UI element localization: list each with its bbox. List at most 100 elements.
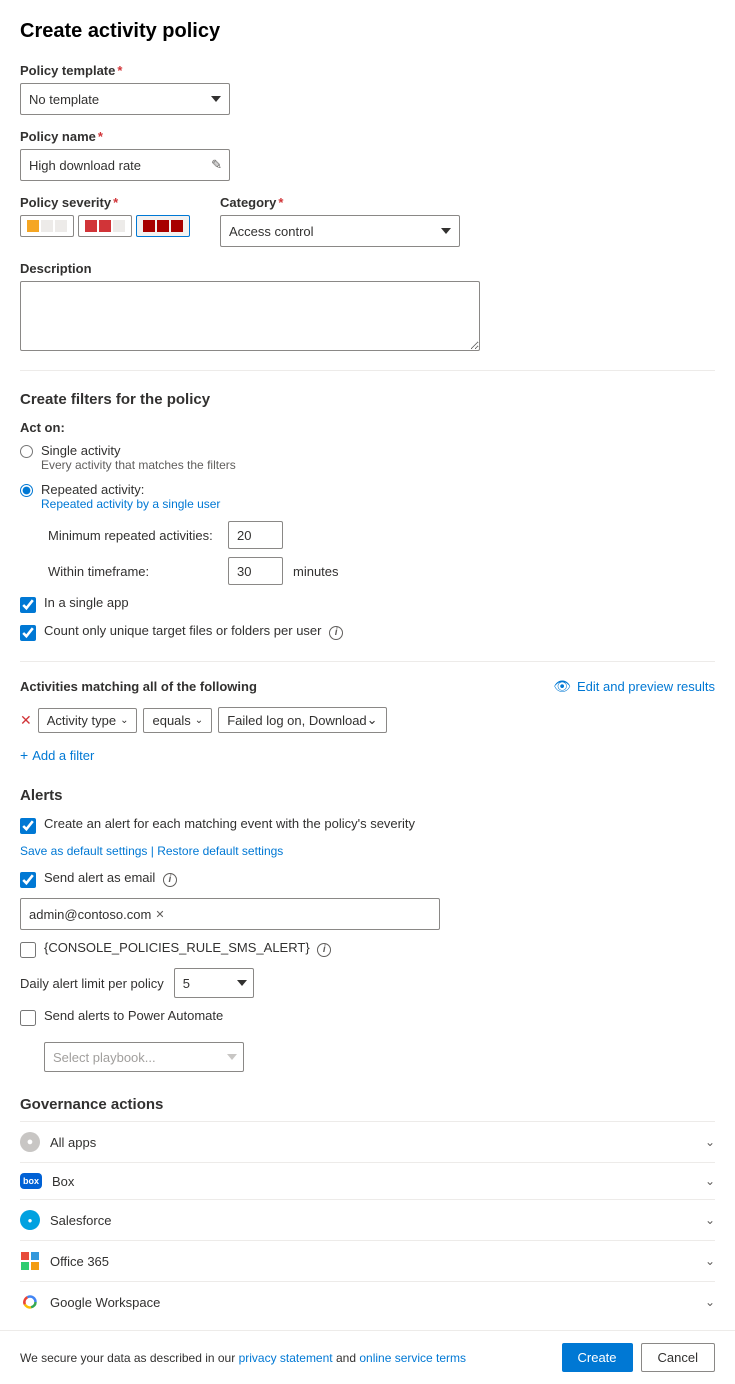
divider-1: [20, 370, 715, 371]
sq1: [143, 220, 155, 232]
sms-label[interactable]: {CONSOLE_POLICIES_RULE_SMS_ALERT} i: [44, 940, 331, 957]
send-email-info-icon[interactable]: i: [163, 873, 177, 887]
daily-limit-label: Daily alert limit per policy: [20, 976, 164, 991]
google-workspace-icon: [20, 1292, 40, 1312]
sms-checkbox[interactable]: [20, 942, 36, 958]
box-left: box Box: [20, 1173, 74, 1189]
severity-high-btn[interactable]: [136, 215, 190, 237]
privacy-link[interactable]: privacy statement: [239, 1351, 333, 1365]
governance-google-workspace[interactable]: Google Workspace ⌄: [20, 1281, 715, 1322]
equals-chevron: ⌄: [195, 715, 203, 726]
sq2: [41, 220, 53, 232]
terms-link[interactable]: online service terms: [359, 1351, 466, 1365]
within-timeframe-label: Within timeframe:: [48, 564, 218, 579]
all-apps-icon: ●: [20, 1132, 40, 1152]
repeated-activity-label[interactable]: Repeated activity:: [41, 482, 220, 497]
box-label: Box: [52, 1174, 74, 1189]
category-group: Category* Access control: [220, 195, 460, 247]
box-icon: box: [20, 1173, 42, 1189]
alerts-title: Alerts: [20, 787, 715, 804]
power-automate-row: Send alerts to Power Automate: [20, 1008, 715, 1026]
act-on-label: Act on:: [20, 420, 715, 435]
create-alert-label[interactable]: Create an alert for each matching event …: [44, 816, 415, 831]
send-email-checkbox[interactable]: [20, 872, 36, 888]
save-restore-links: Save as default settings | Restore defau…: [20, 844, 715, 858]
all-apps-left: ● All apps: [20, 1132, 96, 1152]
in-single-app-row: In a single app: [20, 595, 715, 613]
remove-email-icon[interactable]: ✕: [155, 908, 164, 921]
sq1: [27, 220, 39, 232]
category-select[interactable]: Access control: [220, 215, 460, 247]
in-single-app-checkbox[interactable]: [20, 597, 36, 613]
edit-preview-label: Edit and preview results: [577, 679, 715, 694]
unique-target-checkbox[interactable]: [20, 625, 36, 641]
severity-group: Policy severity*: [20, 195, 190, 237]
unique-target-label[interactable]: Count only unique target files or folder…: [44, 623, 343, 638]
severity-medium-btn[interactable]: [78, 215, 132, 237]
add-filter-button[interactable]: + Add a filter: [20, 743, 94, 767]
sq3: [113, 220, 125, 232]
governance-title: Governance actions: [20, 1096, 715, 1113]
min-repeated-row: Minimum repeated activities:: [48, 521, 715, 549]
remove-filter-icon[interactable]: ✕: [20, 712, 32, 729]
send-email-label[interactable]: Send alert as email i: [44, 870, 177, 887]
activity-type-filter[interactable]: Activity type ⌄: [38, 708, 138, 733]
unique-target-info-icon[interactable]: i: [329, 626, 343, 640]
all-apps-label: All apps: [50, 1135, 96, 1150]
policy-template-select[interactable]: No template: [20, 83, 230, 115]
severity-low-btn[interactable]: [20, 215, 74, 237]
power-automate-label[interactable]: Send alerts to Power Automate: [44, 1008, 223, 1023]
policy-name-input[interactable]: [20, 149, 230, 181]
sq2: [99, 220, 111, 232]
create-alert-checkbox[interactable]: [20, 818, 36, 834]
sq3: [171, 220, 183, 232]
repeated-activity-sub: Repeated activity by a single user: [41, 497, 220, 511]
divider-2: [20, 661, 715, 662]
cancel-button[interactable]: Cancel: [641, 1343, 715, 1372]
filter-value-tag[interactable]: Failed log on, Download ⌄: [218, 707, 386, 733]
min-repeated-input[interactable]: [228, 521, 283, 549]
description-textarea[interactable]: [20, 281, 480, 351]
sms-info-icon[interactable]: i: [317, 943, 331, 957]
policy-name-wrapper: ✎: [20, 149, 230, 181]
governance-box[interactable]: box Box ⌄: [20, 1162, 715, 1199]
within-timeframe-input[interactable]: [228, 557, 283, 585]
single-activity-text: Single activity Every activity that matc…: [41, 443, 236, 472]
google-workspace-chevron: ⌄: [705, 1295, 715, 1309]
email-input-box[interactable]: admin@contoso.com ✕: [20, 898, 440, 930]
send-email-row: Send alert as email i: [20, 870, 715, 888]
governance-all-apps[interactable]: ● All apps ⌄: [20, 1121, 715, 1162]
salesforce-chevron: ⌄: [705, 1213, 715, 1227]
activities-title: Activities matching all of the following: [20, 679, 257, 694]
create-button[interactable]: Create: [562, 1343, 633, 1372]
plus-icon: +: [20, 747, 28, 763]
severity-medium-squares: [85, 220, 125, 232]
equals-filter[interactable]: equals ⌄: [143, 708, 212, 733]
single-activity-label[interactable]: Single activity: [41, 443, 236, 458]
activities-section: Activities matching all of the following…: [20, 678, 715, 767]
power-automate-checkbox[interactable]: [20, 1010, 36, 1026]
in-single-app-label[interactable]: In a single app: [44, 595, 129, 610]
office365-label: Office 365: [50, 1254, 109, 1269]
repeated-activity-radio[interactable]: [20, 484, 33, 497]
governance-salesforce[interactable]: ● Salesforce ⌄: [20, 1199, 715, 1240]
add-filter-label: Add a filter: [32, 748, 94, 763]
single-activity-radio[interactable]: [20, 445, 33, 458]
create-alert-row: Create an alert for each matching event …: [20, 816, 715, 834]
activity-type-chevron: ⌄: [120, 715, 128, 726]
all-apps-chevron: ⌄: [705, 1135, 715, 1149]
governance-office365[interactable]: Office 365 ⌄: [20, 1240, 715, 1281]
sms-row: {CONSOLE_POLICIES_RULE_SMS_ALERT} i: [20, 940, 715, 958]
footer-buttons: Create Cancel: [562, 1343, 716, 1372]
severity-options: [20, 215, 190, 237]
restore-default-link[interactable]: Restore default settings: [157, 844, 283, 858]
playbook-select[interactable]: Select playbook...: [44, 1042, 244, 1072]
policy-template-label: Policy template*: [20, 63, 715, 78]
daily-limit-select[interactable]: 5: [174, 968, 254, 998]
single-activity-sub: Every activity that matches the filters: [41, 458, 236, 472]
edit-preview-button[interactable]: 👁 Edit and preview results: [553, 678, 715, 695]
sq2: [157, 220, 169, 232]
email-value: admin@contoso.com: [29, 907, 151, 922]
save-default-link[interactable]: Save as default settings: [20, 844, 147, 858]
policy-template-group: Policy template* No template: [20, 63, 715, 115]
